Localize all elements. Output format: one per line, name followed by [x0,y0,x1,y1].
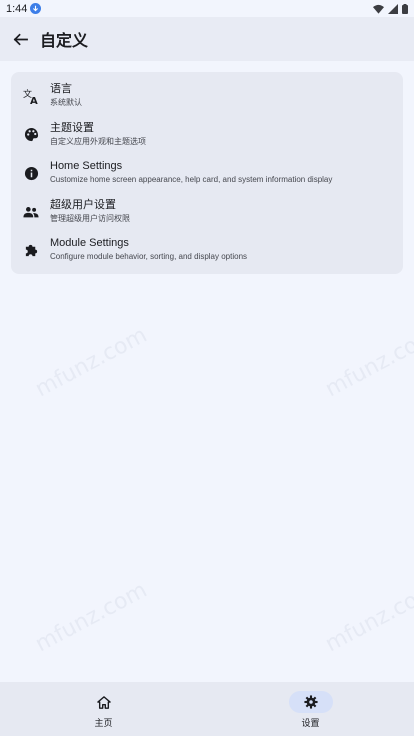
nav-icon-container-active [288,691,333,713]
signal-icon [388,3,398,14]
settings-card: 文 A 语言 系统默认 主题设置 自定义应用外观和主题选项 Home Setti… [11,72,403,274]
setting-subtitle: Configure module behavior, sorting, and … [50,252,248,262]
nav-label: 主页 [94,718,113,728]
puzzle-icon [22,241,40,259]
wifi-icon [373,4,384,14]
nav-item-home[interactable]: 主页 [0,682,207,736]
gear-icon [303,695,318,709]
setting-row-language[interactable]: 文 A 语言 系统默认 [11,76,403,115]
setting-title: 主题设置 [50,121,94,134]
page-title: 自定义 [40,33,89,50]
watermark: mfunz.com [321,322,414,403]
nav-icon-container [82,691,126,713]
setting-subtitle: 系统默认 [50,98,82,107]
nav-item-settings[interactable]: 设置 [207,682,414,736]
setting-row-home[interactable]: Home Settings Customize home screen appe… [11,153,403,192]
status-bar: 1:44 [0,0,414,17]
setting-row-module[interactable]: Module Settings Configure module behavio… [11,230,403,269]
notification-icon [30,3,42,14]
people-icon [22,203,40,221]
top-app-bar: 自定义 [0,17,414,61]
setting-row-theme[interactable]: 主题设置 自定义应用外观和主题选项 [11,115,403,154]
bottom-navigation: 主页 设置 [0,682,414,736]
setting-row-superuser[interactable]: 超级用户设置 管理超级用户访问权限 [11,192,403,231]
back-button[interactable] [0,19,40,59]
svg-text:A: A [30,96,38,104]
palette-icon [22,126,40,144]
setting-title: 语言 [50,83,72,95]
home-icon [96,695,111,709]
info-icon [22,164,40,182]
setting-subtitle: 管理超级用户访问权限 [50,213,130,223]
status-icons [373,3,408,14]
setting-title: 超级用户设置 [50,198,116,211]
arrow-back-icon [13,33,28,45]
setting-subtitle: 自定义应用外观和主题选项 [50,136,146,146]
setting-title: Module Settings [50,237,129,250]
nav-label: 设置 [301,718,320,728]
setting-subtitle: Customize home screen appearance, help c… [50,175,333,185]
watermark: mfunz.com [31,577,152,658]
translate-icon: 文 A [22,87,40,105]
watermark: mfunz.com [31,322,152,403]
watermark: mfunz.com [321,577,414,658]
battery-icon [402,3,408,14]
setting-title: Home Settings [50,160,123,173]
status-time: 1:44 [6,2,28,15]
